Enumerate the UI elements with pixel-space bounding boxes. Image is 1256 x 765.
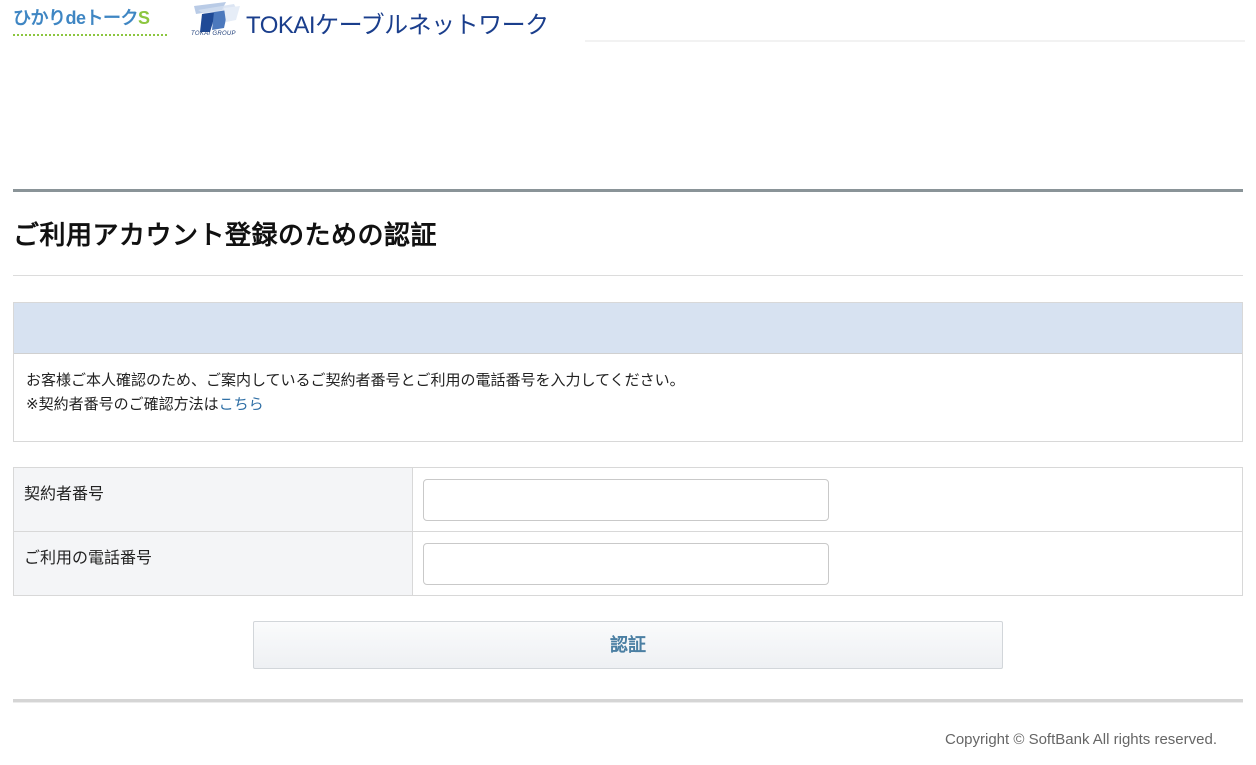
- contract-number-input[interactable]: [423, 479, 829, 521]
- instruction-line: お客様ご本人確認のため、ご案内しているご契約者番号とご利用の電話番号を入力してく…: [26, 371, 685, 389]
- contract-number-help-text: ※契約者番号のご確認方法は: [26, 395, 219, 413]
- instruction-panel-header: [14, 303, 1242, 354]
- contract-number-help: ※契約者番号のご確認方法はこちら: [26, 392, 1230, 416]
- contract-number-row: 契約者番号: [14, 468, 1242, 532]
- authenticate-button[interactable]: 認証: [253, 621, 1003, 669]
- header-divider: [585, 40, 1245, 42]
- contract-number-label: 契約者番号: [14, 468, 413, 531]
- contract-number-help-link[interactable]: こちら: [219, 395, 264, 413]
- tokai-cable-network-logo[interactable]: TOKAIケーブルネットワーク: [246, 12, 549, 40]
- title-bottom-divider: [13, 275, 1243, 276]
- phone-number-row: ご利用の電話番号: [14, 532, 1242, 595]
- hikari-logo-underline: [13, 30, 167, 36]
- page-header: ひかりdeトークS TOKAI GROUP TOKAIケーブルネットワーク: [0, 0, 1256, 48]
- title-top-divider: [13, 189, 1243, 192]
- instruction-text: お客様ご本人確認のため、ご案内しているご契約者番号とご利用の電話番号を入力してく…: [14, 354, 1242, 430]
- footer-divider: [13, 699, 1243, 703]
- phone-number-label: ご利用の電話番号: [14, 532, 413, 595]
- hikari-de-talk-logo[interactable]: ひかりdeトークS: [13, 8, 167, 40]
- page-title: ご利用アカウント登録のための認証: [13, 221, 438, 251]
- hikari-logo-text: ひかりdeトーク: [13, 8, 139, 28]
- authentication-form: 契約者番号 ご利用の電話番号: [13, 467, 1243, 596]
- instruction-panel: お客様ご本人確認のため、ご案内しているご契約者番号とご利用の電話番号を入力してく…: [13, 302, 1243, 442]
- tokai-group-label: TOKAI GROUP: [191, 31, 236, 37]
- copyright-text: Copyright © SoftBank All rights reserved…: [944, 731, 1217, 748]
- phone-number-input[interactable]: [423, 543, 829, 585]
- hikari-logo-suffix: S: [138, 8, 150, 28]
